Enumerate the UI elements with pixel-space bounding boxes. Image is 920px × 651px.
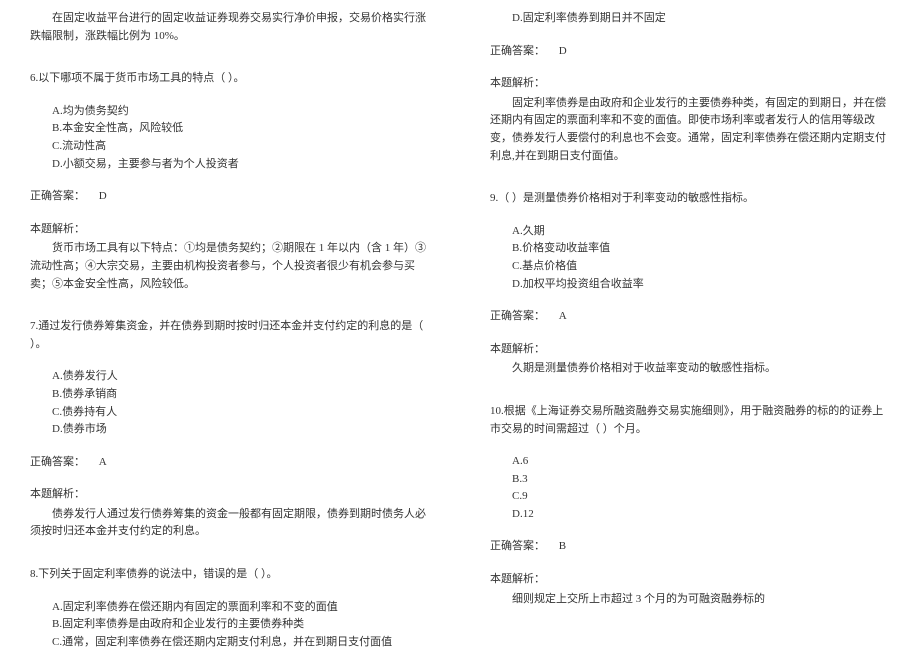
q10-options: A.6 B.3 C.9 D.12	[490, 453, 890, 523]
q8-option-c: C.通常，固定利率债券在偿还期内定期支付利息，并在到期日支付面值	[52, 634, 430, 651]
question-7: 7.通过发行债券筹集资金，并在债券到期时按时归还本金并支付约定的利息的是（ ）。…	[30, 318, 430, 541]
q10-expl-label: 本题解析：	[490, 571, 890, 589]
q8-options-cont: D.固定利率债券到期日并不固定	[490, 10, 890, 28]
question-8-cont: D.固定利率债券到期日并不固定 正确答案： D 本题解析： 固定利率债券是由政府…	[490, 10, 890, 165]
q6-options: A.均为债务契约 B.本金安全性高，风险较低 C.流动性高 D.小额交易，主要参…	[30, 103, 430, 173]
q10-option-a: A.6	[512, 453, 890, 471]
q6-answer: 正确答案： D	[30, 188, 430, 206]
answer-label-text: 正确答案：	[30, 190, 85, 202]
q8-stem: 8.下列关于固定利率债券的说法中，错误的是（ ）。	[30, 566, 430, 584]
q6-option-d: D.小额交易，主要参与者为个人投资者	[52, 156, 430, 174]
q7-expl-text: 债券发行人通过发行债券筹集的资金一般都有固定期限，债券到期时债务人必须按时归还本…	[30, 506, 430, 541]
q7-options: A.债券发行人 B.债券承销商 C.债券持有人 D.债券市场	[30, 368, 430, 438]
q8-option-a: A.固定利率债券在偿还期内有固定的票面利率和不变的面值	[52, 599, 430, 617]
q10-expl-text: 细则规定上交所上市超过 3 个月的为可融资融券标的	[490, 591, 890, 609]
q7-option-d: D.债券市场	[52, 421, 430, 439]
intro-text: 在固定收益平台进行的固定收益证券现券交易实行净价申报，交易价格实行涨跌幅限制，涨…	[30, 10, 430, 45]
q7-option-c: C.债券持有人	[52, 404, 430, 422]
answer-value: B	[559, 540, 566, 552]
q6-option-a: A.均为债务契约	[52, 103, 430, 121]
q9-options: A.久期 B.价格变动收益率值 C.基点价格值 D.加权平均投资组合收益率	[490, 223, 890, 293]
question-10: 10.根据《上海证券交易所融资融券交易实施细则》，用于融资融券的标的的证券上市交…	[490, 403, 890, 608]
q10-option-b: B.3	[512, 471, 890, 489]
q9-expl-text: 久期是测量债券价格相对于收益率变动的敏感性指标。	[490, 360, 890, 378]
q8-option-b: B.固定利率债券是由政府和企业发行的主要债券种类	[52, 616, 430, 634]
q10-option-d: D.12	[512, 506, 890, 524]
q6-option-c: C.流动性高	[52, 138, 430, 156]
q9-option-b: B.价格变动收益率值	[512, 240, 890, 258]
q9-option-d: D.加权平均投资组合收益率	[512, 276, 890, 294]
q7-option-b: B.债券承销商	[52, 386, 430, 404]
q8-option-d: D.固定利率债券到期日并不固定	[512, 10, 890, 28]
q6-option-b: B.本金安全性高，风险较低	[52, 120, 430, 138]
q7-stem: 7.通过发行债券筹集资金，并在债券到期时按时归还本金并支付约定的利息的是（ ）。	[30, 318, 430, 353]
q8-expl-label: 本题解析：	[490, 75, 890, 93]
q6-stem: 6.以下哪项不属于货币市场工具的特点（ ）。	[30, 70, 430, 88]
q10-option-c: C.9	[512, 488, 890, 506]
q7-option-a: A.债券发行人	[52, 368, 430, 386]
q9-stem: 9.（ ）是测量债券价格相对于利率变动的敏感性指标。	[490, 190, 890, 208]
q6-expl-text: 货币市场工具有以下特点：①均是债务契约；②期限在 1 年以内（含 1 年）③流动…	[30, 240, 430, 293]
q7-answer: 正确答案： A	[30, 454, 430, 472]
q10-stem: 10.根据《上海证券交易所融资融券交易实施细则》，用于融资融券的标的的证券上市交…	[490, 403, 890, 438]
answer-label-text: 正确答案：	[490, 310, 545, 322]
question-9: 9.（ ）是测量债券价格相对于利率变动的敏感性指标。 A.久期 B.价格变动收益…	[490, 190, 890, 378]
q9-expl-label: 本题解析：	[490, 341, 890, 359]
answer-value: A	[99, 456, 107, 468]
q8-options-partial: A.固定利率债券在偿还期内有固定的票面利率和不变的面值 B.固定利率债券是由政府…	[30, 599, 430, 651]
question-6: 6.以下哪项不属于货币市场工具的特点（ ）。 A.均为债务契约 B.本金安全性高…	[30, 70, 430, 293]
q6-expl-label: 本题解析：	[30, 221, 430, 239]
q8-expl-text: 固定利率债券是由政府和企业发行的主要债券种类，有固定的到期日，并在偿还期内有固定…	[490, 95, 890, 165]
answer-value: D	[99, 190, 107, 202]
q10-answer: 正确答案： B	[490, 538, 890, 556]
q9-option-c: C.基点价格值	[512, 258, 890, 276]
q8-answer: 正确答案： D	[490, 43, 890, 61]
answer-value: D	[559, 45, 567, 57]
answer-value: A	[559, 310, 567, 322]
left-column: 在固定收益平台进行的固定收益证券现券交易实行净价申报，交易价格实行涨跌幅限制，涨…	[0, 10, 460, 641]
right-column: D.固定利率债券到期日并不固定 正确答案： D 本题解析： 固定利率债券是由政府…	[460, 10, 920, 641]
answer-label-text: 正确答案：	[30, 456, 85, 468]
q9-answer: 正确答案： A	[490, 308, 890, 326]
q7-expl-label: 本题解析：	[30, 486, 430, 504]
answer-label-text: 正确答案：	[490, 45, 545, 57]
q9-option-a: A.久期	[512, 223, 890, 241]
question-8: 8.下列关于固定利率债券的说法中，错误的是（ ）。 A.固定利率债券在偿还期内有…	[30, 566, 430, 651]
answer-label-text: 正确答案：	[490, 540, 545, 552]
